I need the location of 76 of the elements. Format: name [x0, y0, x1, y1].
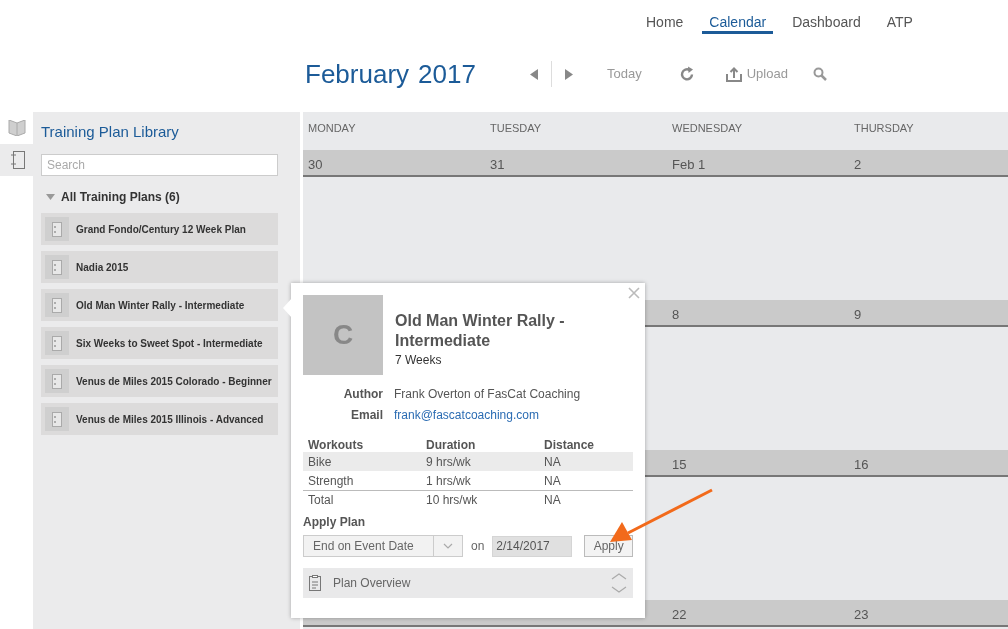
day-number: 16 [853, 456, 870, 474]
email-link[interactable]: frank@fascatcoaching.com [394, 406, 539, 424]
nav-tab[interactable]: Calendar [702, 12, 774, 34]
table-cell-text: NA [543, 492, 562, 509]
book-icon [7, 120, 26, 136]
detail-label: Email [350, 407, 383, 424]
weekday-header: THURSDAY [853, 121, 915, 136]
on-label: on [471, 538, 485, 555]
column-header: Duration [425, 437, 477, 452]
plan-icon [52, 297, 62, 313]
plan-icon [8, 151, 25, 169]
library-title: Training Plan Library [41, 122, 180, 142]
upload-icon [725, 66, 742, 82]
table-cell-text: NA [543, 453, 562, 471]
apply-plan-label: Apply Plan [303, 514, 366, 531]
plan-icon [52, 221, 62, 237]
plan-list-item[interactable]: Six Weeks to Sweet Spot - Intermediate [41, 327, 278, 359]
detail-value: Frank Overton of FasCat Coaching [394, 386, 581, 403]
close-button[interactable] [628, 287, 640, 299]
plan-title: Old Man Winter Rally - Intermediate [395, 311, 566, 351]
day-number: 31 [489, 156, 506, 174]
weekday-header: MONDAY [307, 121, 357, 136]
expand-icon [611, 572, 627, 594]
plan-list-item[interactable]: Venus de Miles 2015 Illinois - Advanced [41, 403, 278, 435]
table-cell-text: Strength [307, 472, 355, 490]
nav-tab[interactable]: Home [639, 12, 691, 34]
detail-label: Author [342, 386, 383, 403]
day-number: 30 [307, 156, 324, 174]
plan-icon [52, 411, 62, 427]
nav-tab[interactable]: ATP [879, 12, 920, 34]
plan-list-item[interactable]: Grand Fondo/Century 12 Week Plan [41, 213, 278, 245]
table-cell-text: 9 hrs/wk [425, 453, 472, 471]
month-title: February [305, 57, 410, 91]
next-icon [565, 68, 573, 80]
date-field[interactable]: 2/14/2017 [492, 535, 573, 557]
table-cell-text: Bike [307, 453, 333, 471]
search-button[interactable] [812, 67, 827, 81]
plan-duration: 7 Weeks [395, 352, 443, 369]
weekday-header: WEDNESDAY [671, 121, 744, 136]
plan-overview-bar[interactable]: Plan Overview [303, 568, 633, 598]
table-cell-text: NA [543, 472, 562, 490]
plan-icon [52, 259, 62, 275]
day-number: Feb 1 [671, 156, 707, 174]
previous-icon [530, 68, 538, 80]
plan-avatar: C [303, 295, 383, 375]
day-number: 8 [671, 306, 681, 324]
plan-group-toggle[interactable]: All Training Plans (6) [46, 188, 180, 206]
search-icon [812, 67, 827, 81]
plan-list-item[interactable]: Old Man Winter Rally - Intermediate [41, 289, 278, 321]
column-header: Workouts [307, 437, 365, 452]
close-icon [628, 287, 640, 299]
nav-tab[interactable]: Dashboard [785, 12, 868, 34]
search-field[interactable]: Search [41, 154, 278, 176]
refresh-icon [678, 66, 695, 82]
table-cell-text: Total [307, 492, 335, 509]
apply-mode-dropdown[interactable]: End on Event Date [303, 535, 463, 557]
plan-icon [52, 373, 62, 389]
table-cell-text: 1 hrs/wk [425, 472, 472, 490]
clipboard-icon [309, 575, 321, 591]
plan-icon [52, 335, 62, 351]
weekday-header: TUESDAY [489, 121, 543, 136]
day-number: 22 [671, 606, 688, 624]
popup-pointer [283, 298, 292, 318]
refresh-button[interactable] [678, 66, 695, 82]
table-cell-text: 10 hrs/wk [425, 492, 479, 509]
day-number: 15 [671, 456, 688, 474]
collapse-triangle-icon [46, 194, 55, 200]
rail-tab[interactable] [0, 144, 33, 176]
day-number: 2 [853, 156, 863, 174]
chevron-down-icon [443, 543, 453, 549]
day-number: 9 [853, 306, 863, 324]
day-number: 23 [853, 606, 870, 624]
column-header: Distance [543, 437, 596, 452]
plan-list-item[interactable]: Venus de Miles 2015 Colorado - Beginner [41, 365, 278, 397]
year-title: 2017 [418, 57, 476, 91]
plan-list-item[interactable]: Nadia 2015 [41, 251, 278, 283]
